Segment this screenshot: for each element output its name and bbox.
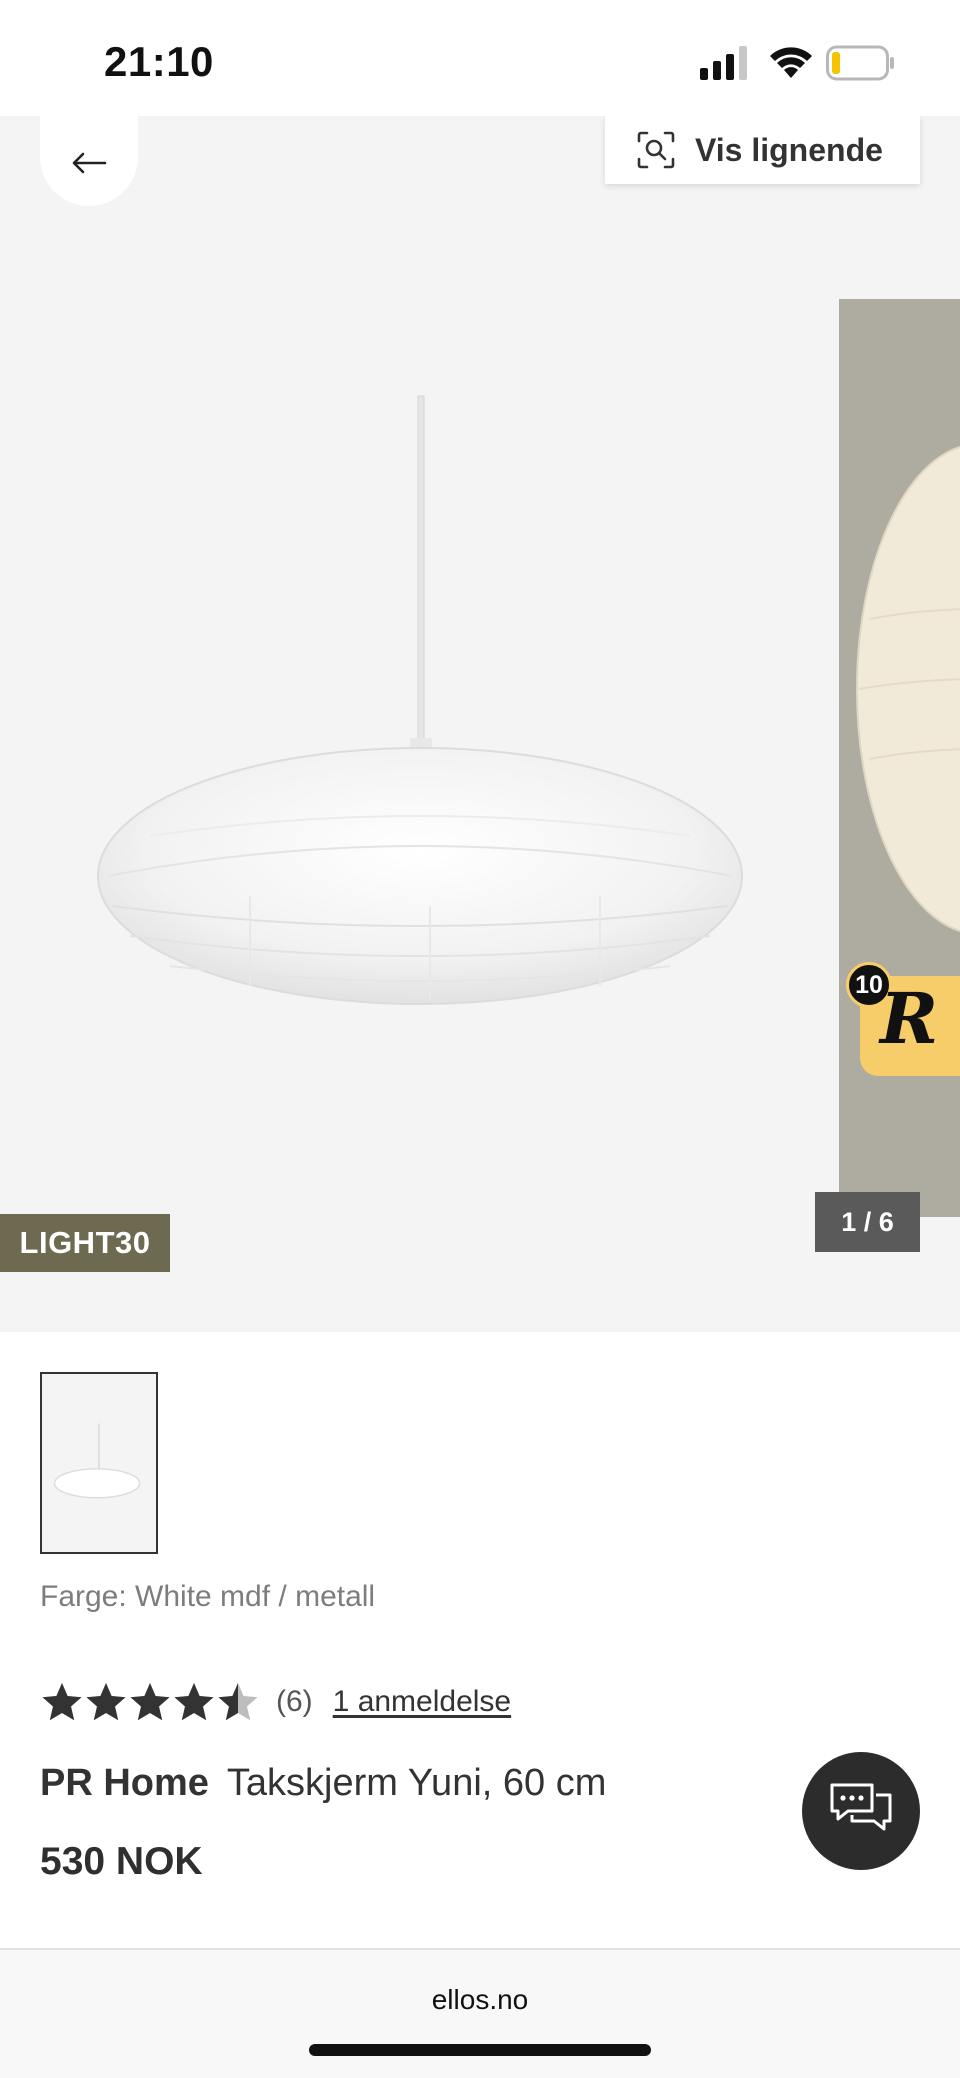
- star-full-icon: [174, 1683, 214, 1721]
- status-bar: 21:10: [0, 0, 960, 116]
- brand-name[interactable]: PR Home: [40, 1762, 209, 1804]
- product-gallery[interactable]: Vis lignende 10 R LIGHT30 1 / 6: [0, 116, 960, 1332]
- product-title: PR Home Takskjerm Yuni, 60 cm: [40, 1762, 606, 1805]
- url-label[interactable]: ellos.no: [0, 1984, 960, 2016]
- chat-icon: [830, 1783, 892, 1831]
- thumbnail-lamp-image: [42, 1375, 156, 1551]
- star-full-icon: [42, 1683, 82, 1721]
- reviews-link[interactable]: 1 anmeldelse: [333, 1685, 511, 1719]
- rating-count: (6): [276, 1685, 313, 1718]
- product-image-lamp[interactable]: [0, 116, 960, 1332]
- image-thumbnail[interactable]: [40, 1372, 158, 1554]
- battery-icon: [826, 45, 894, 81]
- chat-button[interactable]: [802, 1752, 920, 1870]
- rating-row: (6) 1 anmeldelse: [40, 1680, 511, 1724]
- visual-search-icon: [637, 131, 675, 169]
- product-price: 530 NOK: [40, 1840, 203, 1883]
- star-half-icon: [218, 1683, 258, 1721]
- image-page-counter: 1 / 6: [815, 1192, 920, 1252]
- next-product-image[interactable]: [839, 299, 960, 1217]
- home-indicator[interactable]: [309, 2044, 651, 2056]
- reviews-widget-logo: R: [880, 977, 939, 1060]
- color-label: Farge: White mdf / metall: [40, 1580, 376, 1613]
- star-full-icon: [130, 1683, 170, 1721]
- product-name: Takskjerm Yuni, 60 cm: [226, 1762, 607, 1804]
- promo-code-badge: LIGHT30: [0, 1214, 170, 1272]
- star-full-icon: [86, 1683, 126, 1721]
- signal-icon: [700, 46, 747, 80]
- wifi-icon: [770, 47, 812, 78]
- next-image-lamp: [856, 446, 960, 932]
- star-rating: [40, 1680, 260, 1724]
- status-time: 21:10: [104, 38, 214, 85]
- arrow-left-icon: [72, 152, 107, 174]
- show-similar-label: Vis lignende: [695, 131, 883, 168]
- show-similar-button[interactable]: Vis lignende: [605, 116, 920, 184]
- browser-address-bar[interactable]: ellos.no: [0, 1948, 960, 2078]
